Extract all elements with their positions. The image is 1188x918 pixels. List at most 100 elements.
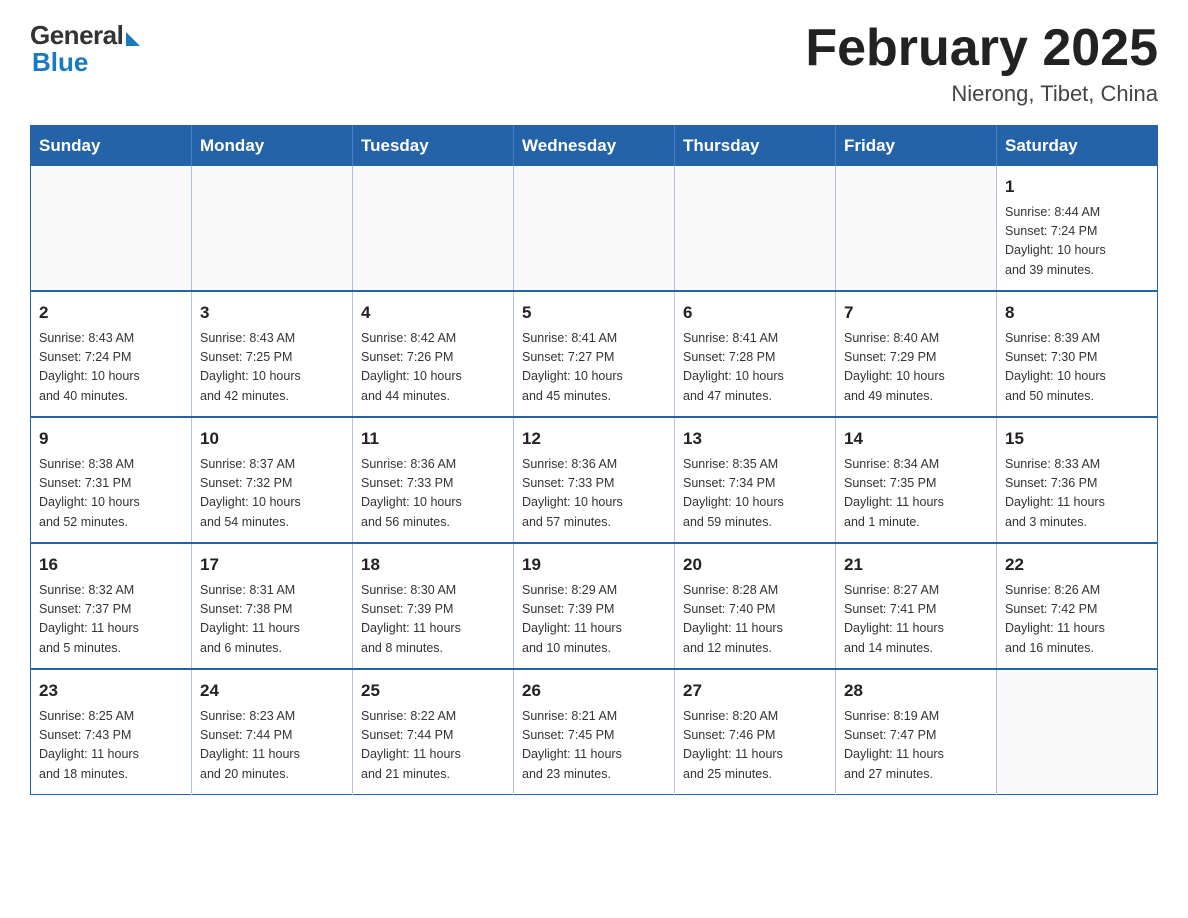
day-number: 21 xyxy=(844,552,988,578)
day-info: Sunrise: 8:22 AMSunset: 7:44 PMDaylight:… xyxy=(361,707,505,785)
day-info: Sunrise: 8:21 AMSunset: 7:45 PMDaylight:… xyxy=(522,707,666,785)
day-info: Sunrise: 8:27 AMSunset: 7:41 PMDaylight:… xyxy=(844,581,988,659)
logo: General Blue xyxy=(30,20,140,78)
calendar-cell: 1 Sunrise: 8:44 AMSunset: 7:24 PMDaylight… xyxy=(997,166,1158,291)
day-info: Sunrise: 8:28 AMSunset: 7:40 PMDaylight:… xyxy=(683,581,827,659)
day-number: 13 xyxy=(683,426,827,452)
calendar-cell xyxy=(997,669,1158,795)
day-info: Sunrise: 8:34 AMSunset: 7:35 PMDaylight:… xyxy=(844,455,988,533)
location-label: Nierong, Tibet, China xyxy=(805,81,1158,107)
calendar-cell: 23 Sunrise: 8:25 AMSunset: 7:43 PMDayligh… xyxy=(31,669,192,795)
calendar-cell: 8 Sunrise: 8:39 AMSunset: 7:30 PMDaylight… xyxy=(997,291,1158,417)
day-info: Sunrise: 8:37 AMSunset: 7:32 PMDaylight:… xyxy=(200,455,344,533)
calendar-cell: 20 Sunrise: 8:28 AMSunset: 7:40 PMDayligh… xyxy=(675,543,836,669)
day-info: Sunrise: 8:30 AMSunset: 7:39 PMDaylight:… xyxy=(361,581,505,659)
day-number: 1 xyxy=(1005,174,1149,200)
day-number: 22 xyxy=(1005,552,1149,578)
calendar-cell: 9 Sunrise: 8:38 AMSunset: 7:31 PMDaylight… xyxy=(31,417,192,543)
calendar-cell: 6 Sunrise: 8:41 AMSunset: 7:28 PMDaylight… xyxy=(675,291,836,417)
day-info: Sunrise: 8:23 AMSunset: 7:44 PMDaylight:… xyxy=(200,707,344,785)
weekday-header-monday: Monday xyxy=(192,126,353,167)
month-title: February 2025 xyxy=(805,20,1158,77)
calendar-cell: 3 Sunrise: 8:43 AMSunset: 7:25 PMDaylight… xyxy=(192,291,353,417)
day-number: 7 xyxy=(844,300,988,326)
calendar-week-5: 23 Sunrise: 8:25 AMSunset: 7:43 PMDayligh… xyxy=(31,669,1158,795)
day-info: Sunrise: 8:36 AMSunset: 7:33 PMDaylight:… xyxy=(522,455,666,533)
calendar-week-1: 1 Sunrise: 8:44 AMSunset: 7:24 PMDaylight… xyxy=(31,166,1158,291)
logo-arrow-icon xyxy=(126,32,140,46)
day-number: 14 xyxy=(844,426,988,452)
day-info: Sunrise: 8:35 AMSunset: 7:34 PMDaylight:… xyxy=(683,455,827,533)
day-number: 12 xyxy=(522,426,666,452)
page-header: General Blue February 2025 Nierong, Tibe… xyxy=(30,20,1158,107)
calendar-cell: 24 Sunrise: 8:23 AMSunset: 7:44 PMDayligh… xyxy=(192,669,353,795)
calendar-cell: 14 Sunrise: 8:34 AMSunset: 7:35 PMDayligh… xyxy=(836,417,997,543)
day-info: Sunrise: 8:40 AMSunset: 7:29 PMDaylight:… xyxy=(844,329,988,407)
day-number: 20 xyxy=(683,552,827,578)
calendar-week-4: 16 Sunrise: 8:32 AMSunset: 7:37 PMDayligh… xyxy=(31,543,1158,669)
day-info: Sunrise: 8:32 AMSunset: 7:37 PMDaylight:… xyxy=(39,581,183,659)
calendar-cell: 18Sunrise: 8:30 AMSunset: 7:39 PMDayligh… xyxy=(353,543,514,669)
weekday-header-saturday: Saturday xyxy=(997,126,1158,167)
day-info: Sunrise: 8:43 AMSunset: 7:25 PMDaylight:… xyxy=(200,329,344,407)
day-number: 5 xyxy=(522,300,666,326)
calendar-cell: 2Sunrise: 8:43 AMSunset: 7:24 PMDaylight… xyxy=(31,291,192,417)
calendar-cell: 11Sunrise: 8:36 AMSunset: 7:33 PMDayligh… xyxy=(353,417,514,543)
day-number: 16 xyxy=(39,552,183,578)
calendar-cell: 7 Sunrise: 8:40 AMSunset: 7:29 PMDaylight… xyxy=(836,291,997,417)
calendar-table: SundayMondayTuesdayWednesdayThursdayFrid… xyxy=(30,125,1158,795)
calendar-cell: 21 Sunrise: 8:27 AMSunset: 7:41 PMDayligh… xyxy=(836,543,997,669)
weekday-header-tuesday: Tuesday xyxy=(353,126,514,167)
logo-blue-text: Blue xyxy=(32,47,88,78)
calendar-cell xyxy=(31,166,192,291)
calendar-cell xyxy=(192,166,353,291)
day-info: Sunrise: 8:41 AMSunset: 7:28 PMDaylight:… xyxy=(683,329,827,407)
day-number: 9 xyxy=(39,426,183,452)
calendar-cell xyxy=(514,166,675,291)
day-number: 19 xyxy=(522,552,666,578)
calendar-cell: 5Sunrise: 8:41 AMSunset: 7:27 PMDaylight… xyxy=(514,291,675,417)
day-number: 2 xyxy=(39,300,183,326)
day-number: 4 xyxy=(361,300,505,326)
day-info: Sunrise: 8:44 AMSunset: 7:24 PMDaylight:… xyxy=(1005,203,1149,281)
day-number: 27 xyxy=(683,678,827,704)
day-info: Sunrise: 8:38 AMSunset: 7:31 PMDaylight:… xyxy=(39,455,183,533)
weekday-header-wednesday: Wednesday xyxy=(514,126,675,167)
day-number: 23 xyxy=(39,678,183,704)
day-number: 6 xyxy=(683,300,827,326)
day-number: 26 xyxy=(522,678,666,704)
day-info: Sunrise: 8:19 AMSunset: 7:47 PMDaylight:… xyxy=(844,707,988,785)
weekday-header-sunday: Sunday xyxy=(31,126,192,167)
day-number: 25 xyxy=(361,678,505,704)
calendar-cell: 26 Sunrise: 8:21 AMSunset: 7:45 PMDayligh… xyxy=(514,669,675,795)
calendar-cell: 27Sunrise: 8:20 AMSunset: 7:46 PMDayligh… xyxy=(675,669,836,795)
day-info: Sunrise: 8:33 AMSunset: 7:36 PMDaylight:… xyxy=(1005,455,1149,533)
day-info: Sunrise: 8:26 AMSunset: 7:42 PMDaylight:… xyxy=(1005,581,1149,659)
calendar-cell: 28 Sunrise: 8:19 AMSunset: 7:47 PMDayligh… xyxy=(836,669,997,795)
day-info: Sunrise: 8:29 AMSunset: 7:39 PMDaylight:… xyxy=(522,581,666,659)
day-number: 24 xyxy=(200,678,344,704)
calendar-cell: 22 Sunrise: 8:26 AMSunset: 7:42 PMDayligh… xyxy=(997,543,1158,669)
day-number: 17 xyxy=(200,552,344,578)
day-info: Sunrise: 8:36 AMSunset: 7:33 PMDaylight:… xyxy=(361,455,505,533)
weekday-header-friday: Friday xyxy=(836,126,997,167)
calendar-cell: 19 Sunrise: 8:29 AMSunset: 7:39 PMDayligh… xyxy=(514,543,675,669)
calendar-cell: 10Sunrise: 8:37 AMSunset: 7:32 PMDayligh… xyxy=(192,417,353,543)
title-block: February 2025 Nierong, Tibet, China xyxy=(805,20,1158,107)
day-info: Sunrise: 8:25 AMSunset: 7:43 PMDaylight:… xyxy=(39,707,183,785)
day-number: 8 xyxy=(1005,300,1149,326)
calendar-body: 1 Sunrise: 8:44 AMSunset: 7:24 PMDaylight… xyxy=(31,166,1158,795)
day-number: 15 xyxy=(1005,426,1149,452)
day-number: 28 xyxy=(844,678,988,704)
calendar-cell: 12 Sunrise: 8:36 AMSunset: 7:33 PMDayligh… xyxy=(514,417,675,543)
day-info: Sunrise: 8:39 AMSunset: 7:30 PMDaylight:… xyxy=(1005,329,1149,407)
day-info: Sunrise: 8:31 AMSunset: 7:38 PMDaylight:… xyxy=(200,581,344,659)
calendar-cell: 15 Sunrise: 8:33 AMSunset: 7:36 PMDayligh… xyxy=(997,417,1158,543)
day-number: 3 xyxy=(200,300,344,326)
calendar-cell: 4Sunrise: 8:42 AMSunset: 7:26 PMDaylight… xyxy=(353,291,514,417)
calendar-week-2: 2Sunrise: 8:43 AMSunset: 7:24 PMDaylight… xyxy=(31,291,1158,417)
weekday-row: SundayMondayTuesdayWednesdayThursdayFrid… xyxy=(31,126,1158,167)
calendar-cell xyxy=(675,166,836,291)
calendar-cell xyxy=(836,166,997,291)
calendar-cell xyxy=(353,166,514,291)
